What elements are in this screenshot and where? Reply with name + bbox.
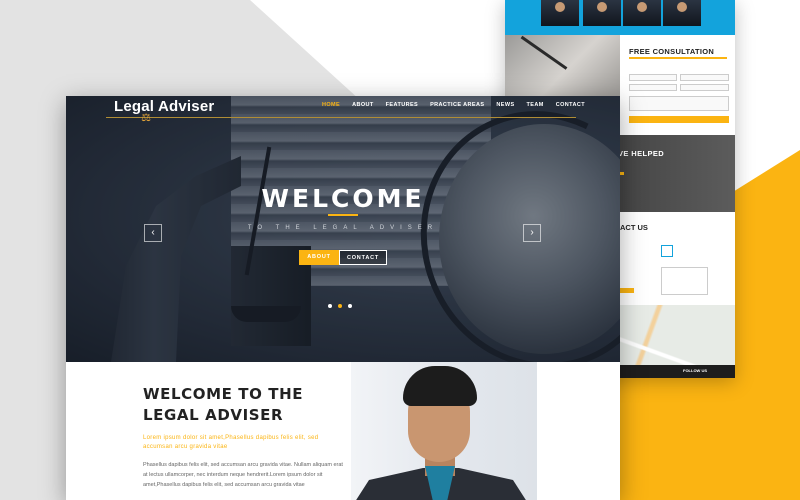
chevron-left-icon[interactable]: ‹ xyxy=(144,224,162,242)
about-button[interactable]: ABOUT xyxy=(299,250,339,265)
team-photo xyxy=(583,0,621,26)
team-band xyxy=(505,0,735,35)
helped-title: VE HELPED xyxy=(618,149,665,158)
nav-item-practice-areas[interactable]: PRACTICE AREAS xyxy=(424,102,490,108)
email-icon xyxy=(661,245,673,257)
nav-item-about[interactable]: ABOUT xyxy=(346,102,380,108)
nav-item-home[interactable]: HOME xyxy=(316,102,346,108)
slider-dots xyxy=(328,304,352,308)
intro-section: WELCOME TO THE LEGAL ADVISER Lorem ipsum… xyxy=(66,362,620,500)
nav-item-contact[interactable]: CONTACT xyxy=(550,102,591,108)
consult-field[interactable] xyxy=(680,74,729,81)
hero-slider: Legal Adviser ⚖ HOME ABOUT FEATURES PRAC… xyxy=(66,96,620,362)
nav-item-features[interactable]: FEATURES xyxy=(380,102,424,108)
consultation-title: FREE CONSULTATION xyxy=(629,47,715,56)
follow-us-label: FOLLOW US xyxy=(683,368,707,373)
consult-field[interactable] xyxy=(629,74,677,81)
hero-title: WELCOME xyxy=(261,184,425,213)
contact-submit-button[interactable] xyxy=(620,288,634,293)
adviser-portrait-image xyxy=(351,362,537,500)
contact-button[interactable]: CONTACT xyxy=(339,250,387,265)
main-menu: HOME ABOUT FEATURES PRACTICE AREAS NEWS … xyxy=(316,102,591,108)
consult-field[interactable] xyxy=(629,84,677,91)
team-photo xyxy=(663,0,701,26)
contact-title: ACT US xyxy=(620,223,648,232)
helped-accent xyxy=(620,172,624,175)
consult-field[interactable] xyxy=(680,84,729,91)
scales-icon: ⚖ xyxy=(141,112,151,124)
hero-title-underline xyxy=(328,214,358,216)
front-page-mockup: Legal Adviser ⚖ HOME ABOUT FEATURES PRAC… xyxy=(66,96,620,500)
nav-item-news[interactable]: NEWS xyxy=(490,102,520,108)
contact-message-field[interactable] xyxy=(661,267,708,295)
slider-dot[interactable] xyxy=(348,304,352,308)
team-photo xyxy=(623,0,661,26)
chevron-right-icon[interactable]: › xyxy=(523,224,541,242)
intro-body-text: Phasellus dapibus felis elit, sed accums… xyxy=(143,462,343,488)
consult-message-field[interactable] xyxy=(629,96,729,111)
portrait-hair xyxy=(403,366,477,406)
slider-dot-active[interactable] xyxy=(338,304,342,308)
intro-lead-text: Lorem ipsum dolor sit amet,Phasellus dap… xyxy=(143,435,319,450)
navbar-divider xyxy=(106,117,576,118)
navbar: Legal Adviser ⚖ HOME ABOUT FEATURES PRAC… xyxy=(104,96,585,124)
brand-name[interactable]: Legal Adviser xyxy=(114,98,214,115)
nav-item-team[interactable]: TEAM xyxy=(521,102,550,108)
team-photo xyxy=(541,0,579,26)
consult-submit-button[interactable] xyxy=(629,116,729,123)
slider-dot[interactable] xyxy=(328,304,332,308)
intro-title: WELCOME TO THE LEGAL ADVISER xyxy=(143,385,304,424)
consultation-underline xyxy=(629,57,727,59)
